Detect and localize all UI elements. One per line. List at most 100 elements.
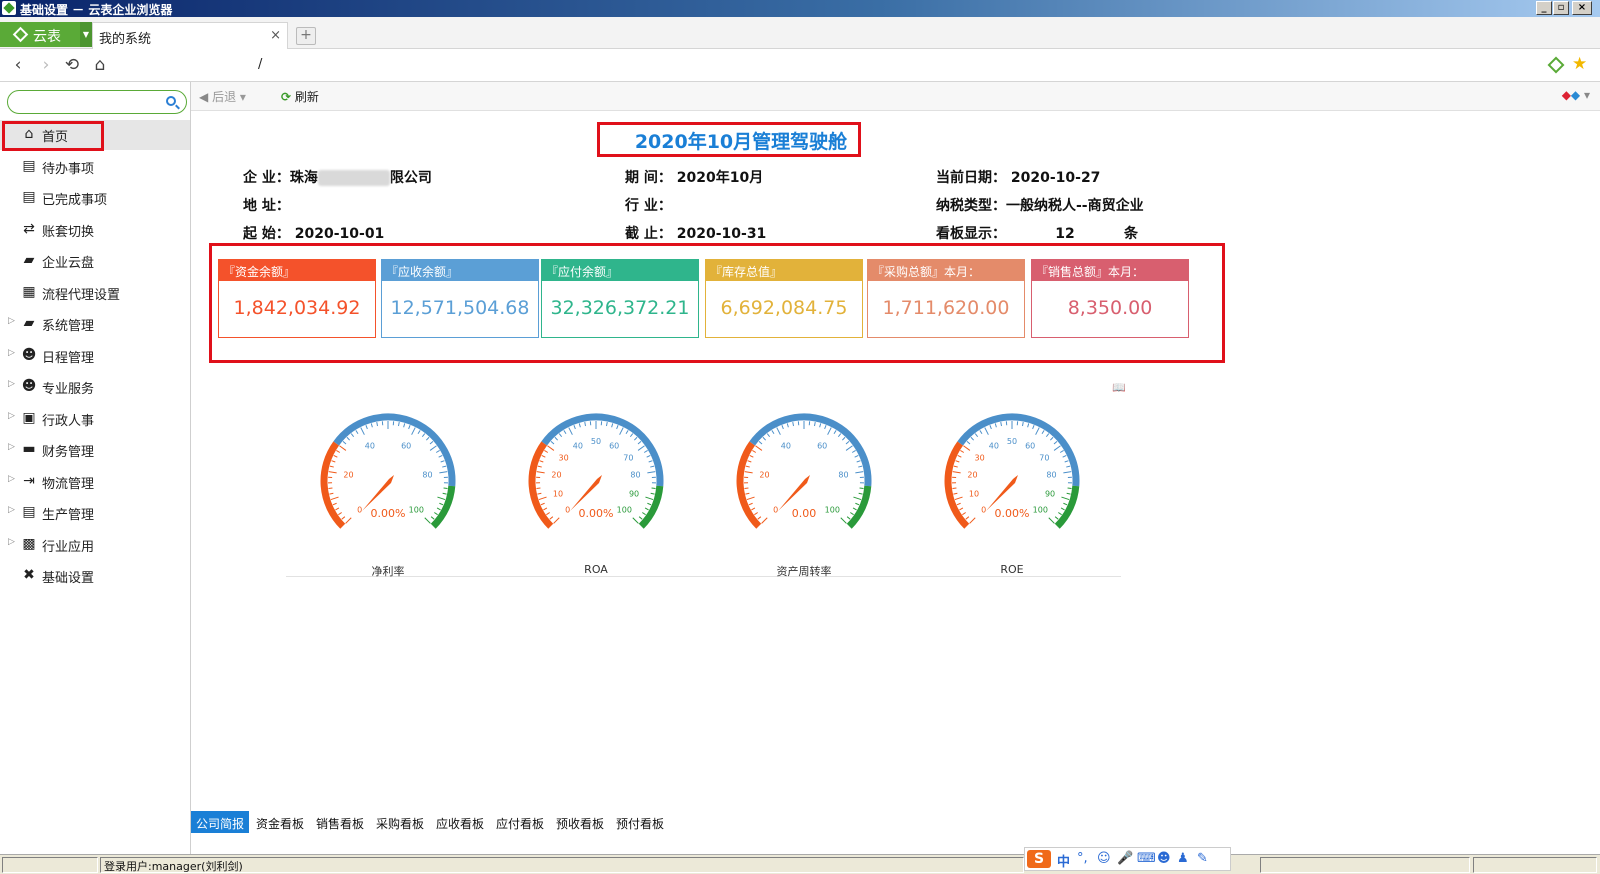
gauge-tick bbox=[434, 512, 438, 516]
sidebar-item-production[interactable]: ▷ ▤ 生产管理 bbox=[0, 498, 190, 528]
tab-purchase-board[interactable]: 采购看板 bbox=[371, 811, 429, 833]
gauge-tick bbox=[370, 423, 373, 428]
search-icon[interactable] bbox=[166, 96, 176, 106]
toolbar-menu-icon[interactable]: ◆◆ ▾ bbox=[1562, 88, 1590, 102]
forward-icon[interactable]: › bbox=[36, 55, 56, 75]
tab-label: 我的系统 bbox=[99, 32, 152, 47]
sidebar-item-process-proxy[interactable]: ▦ 流程代理设置 bbox=[0, 278, 190, 308]
emoji-icon[interactable]: ☺ bbox=[1097, 851, 1111, 866]
expand-arrow-icon[interactable]: ▷ bbox=[8, 379, 15, 389]
maximize-button[interactable]: ▫ bbox=[1553, 1, 1569, 15]
expand-arrow-icon[interactable]: ▷ bbox=[8, 474, 15, 484]
gauge-tick bbox=[350, 433, 355, 438]
app-logo-icon[interactable] bbox=[1547, 56, 1565, 74]
gauge-tick bbox=[965, 516, 970, 520]
user-icon[interactable]: ☻ bbox=[1157, 851, 1171, 866]
gauge-tick bbox=[439, 502, 444, 506]
sidebar-item-hr[interactable]: ▷ ▣ 行政人事 bbox=[0, 404, 190, 434]
user-icon: ☻ bbox=[21, 378, 37, 394]
keyboard-icon[interactable]: ⌨ bbox=[1137, 851, 1156, 866]
chevron-down-icon[interactable]: ▼ bbox=[80, 22, 92, 47]
gauge-tick bbox=[398, 421, 400, 427]
card-fund-balance[interactable]: 『资金余额』 1,842,034.92 bbox=[218, 259, 376, 338]
expand-arrow-icon[interactable]: ▷ bbox=[8, 411, 15, 421]
book-icon[interactable]: 📖 bbox=[1112, 381, 1126, 394]
gauge-tick bbox=[543, 507, 548, 511]
expand-arrow-icon[interactable]: ▷ bbox=[8, 505, 15, 515]
tab-prepayment-board[interactable]: 预付看板 bbox=[611, 811, 669, 833]
gauge-needle bbox=[986, 475, 1018, 511]
home-icon[interactable]: ⌂ bbox=[90, 55, 110, 75]
gauge-tick bbox=[339, 445, 347, 451]
search-input[interactable] bbox=[18, 94, 158, 110]
favorite-star-icon[interactable]: ★ bbox=[1572, 54, 1587, 74]
address-bar[interactable]: / bbox=[258, 57, 262, 72]
tab-company-brief[interactable]: 公司简报 bbox=[191, 811, 250, 833]
microphone-icon[interactable]: 🎤 bbox=[1117, 851, 1133, 866]
tab-receivable-board[interactable]: 应收看板 bbox=[431, 811, 489, 833]
back-button[interactable]: ◀ 后退 ▾ bbox=[199, 88, 246, 105]
gauge-tick bbox=[606, 421, 608, 427]
expand-arrow-icon[interactable]: ▷ bbox=[8, 537, 15, 547]
gauge-value: 0.00% bbox=[995, 507, 1030, 520]
expand-arrow-icon[interactable]: ▷ bbox=[8, 442, 15, 452]
gauge-tick-label: 60 bbox=[1025, 441, 1035, 450]
folder-icon: ▰ bbox=[23, 252, 35, 268]
gauge-tick bbox=[611, 423, 614, 428]
tab-sales-board[interactable]: 销售看板 bbox=[311, 811, 369, 833]
list-icon: ▤ bbox=[22, 189, 36, 205]
close-window-button[interactable]: × bbox=[1572, 1, 1592, 15]
brand-menu-button[interactable]: 云表 ▼ bbox=[0, 22, 92, 47]
reload-icon[interactable]: ⟲ bbox=[62, 55, 82, 75]
card-title: 『采购总额』本月： bbox=[868, 260, 1024, 281]
new-tab-button[interactable]: + bbox=[296, 27, 316, 45]
back-icon[interactable]: ‹ bbox=[8, 55, 28, 75]
sidebar-item-account-switch[interactable]: ⇄ 账套切换 bbox=[0, 215, 190, 245]
gauge-tick-label: 100 bbox=[409, 505, 424, 514]
ime-language[interactable]: 中 bbox=[1057, 851, 1070, 870]
refresh-button[interactable]: ⟳ 刷新 bbox=[281, 88, 319, 105]
period-value: 2020年10月 bbox=[676, 170, 764, 186]
settings-wrench-icon[interactable]: ✎ bbox=[1197, 851, 1208, 866]
card-payable-balance[interactable]: 『应付余额』 32,326,372.21 bbox=[541, 259, 699, 338]
sidebar-item-schedule[interactable]: ▷ ☻ 日程管理 bbox=[0, 341, 190, 371]
expand-arrow-icon[interactable]: ▷ bbox=[8, 348, 15, 358]
sidebar-item-cloud-drive[interactable]: ▰ 企业云盘 bbox=[0, 246, 190, 276]
gauge-tick bbox=[632, 517, 639, 524]
start-value: 2020-10-01 bbox=[294, 226, 385, 242]
sidebar-item-logistics[interactable]: ▷ ⇥ 物流管理 bbox=[0, 467, 190, 497]
sidebar-item-label: 生产管理 bbox=[42, 508, 95, 523]
sidebar-item-home[interactable]: ⌂ 首页 bbox=[0, 120, 190, 150]
card-receivable-balance[interactable]: 『应收余额』 12,571,504.68 bbox=[381, 259, 539, 338]
sidebar-item-professional-service[interactable]: ▷ ☻ 专业服务 bbox=[0, 372, 190, 402]
board-display-count[interactable]: 12 bbox=[1006, 226, 1124, 242]
sidebar-item-label: 待办事项 bbox=[42, 162, 95, 177]
gauge-tick-label: 80 bbox=[422, 471, 432, 480]
gauge-tick bbox=[1054, 516, 1059, 520]
sogou-logo-icon[interactable]: S bbox=[1027, 850, 1051, 868]
sidebar-item-system-admin[interactable]: ▷ ▰ 系统管理 bbox=[0, 309, 190, 339]
tab-prereceipt-board[interactable]: 预收看板 bbox=[551, 811, 609, 833]
sidebar-item-finance[interactable]: ▷ ▬ 财务管理 bbox=[0, 435, 190, 465]
tab-payable-board[interactable]: 应付看板 bbox=[491, 811, 549, 833]
skin-icon[interactable]: ♟ bbox=[1177, 851, 1189, 866]
sidebar-search[interactable] bbox=[7, 90, 187, 114]
sidebar-item-todo[interactable]: ▤ 待办事项 bbox=[0, 152, 190, 182]
gauge-tick bbox=[970, 436, 975, 441]
tab-my-system[interactable]: 我的系统 × bbox=[92, 22, 288, 49]
summary-cards: 『资金余额』 1,842,034.92 『应收余额』 12,571,504.68 『… bbox=[211, 243, 1227, 361]
card-sales-total[interactable]: 『销售总额』本月： 8,350.00 bbox=[1031, 259, 1189, 338]
card-inventory-value[interactable]: 『库存总值』 6,692,084.75 bbox=[705, 259, 863, 338]
card-title: 『应付余额』 bbox=[542, 260, 698, 281]
minimize-button[interactable]: _ bbox=[1536, 1, 1552, 15]
sidebar-item-basic-settings[interactable]: ✖ 基础设置 bbox=[0, 561, 190, 591]
tab-fund-board[interactable]: 资金看板 bbox=[251, 811, 309, 833]
sidebar-item-industry-apps[interactable]: ▷ ▩ 行业应用 bbox=[0, 530, 190, 560]
punctuation-icon[interactable]: °, bbox=[1077, 851, 1088, 866]
close-tab-icon[interactable]: × bbox=[270, 28, 281, 43]
gauge-tick bbox=[858, 465, 863, 468]
card-purchase-total[interactable]: 『采购总额』本月： 1,711,620.00 bbox=[867, 259, 1025, 338]
gauge-tick bbox=[1067, 487, 1072, 490]
sidebar-item-completed[interactable]: ▤ 已完成事项 bbox=[0, 183, 190, 213]
expand-arrow-icon[interactable]: ▷ bbox=[8, 316, 15, 326]
